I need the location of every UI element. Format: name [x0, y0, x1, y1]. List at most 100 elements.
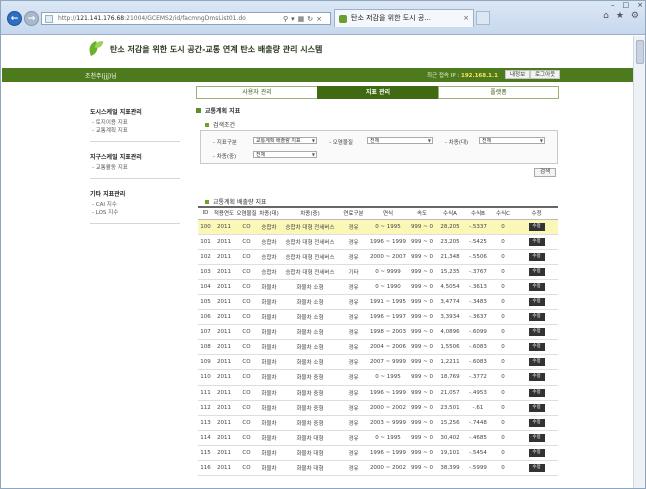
- edit-button[interactable]: 수정: [528, 313, 545, 322]
- filter-vehicle-medium-select[interactable]: 전체 ▼: [253, 151, 317, 158]
- sidebar-item-cai[interactable]: - CAI 지수: [90, 201, 180, 209]
- table-row[interactable]: 102 2011 CO 승합차 승합차 대형 전세버스 경유 2000 ~ 2007 999 …: [198, 249, 558, 265]
- site-title[interactable]: 탄소 저감을 위한 도시 공간-교통 연계 탄소 배출량 관리 시스템: [110, 44, 322, 55]
- column-header[interactable]: 수식B: [465, 206, 491, 220]
- table-row[interactable]: 101 2011 CO 승합차 승합차 대형 전세버스 경유 1996 ~ 1999 999 …: [198, 234, 558, 250]
- search-button[interactable]: 검색: [534, 168, 556, 177]
- table-cell: 0: [491, 430, 515, 446]
- column-header[interactable]: 수정: [515, 206, 558, 220]
- table-cell: 38,399: [435, 460, 465, 477]
- maximize-icon[interactable]: □: [623, 1, 630, 9]
- table-cell-action: 수정: [515, 445, 558, 462]
- table-cell: 0: [491, 339, 515, 356]
- scrollbar-thumb[interactable]: [636, 40, 644, 64]
- logout-button[interactable]: 로그아웃: [530, 70, 561, 79]
- table-row[interactable]: 115 2011 CO 화물차 화물차 대형 경유 1996 ~ 1999 999 ~ 0 19…: [198, 445, 558, 462]
- nav-tab-user-management[interactable]: 사용자 관리: [196, 86, 317, 99]
- table-cell: 107: [198, 324, 213, 341]
- sidebar-item-traffic-plan[interactable]: - 교통계획 지표: [90, 127, 180, 135]
- table-cell: 2011: [213, 430, 235, 446]
- edit-button[interactable]: 수정: [528, 464, 545, 473]
- minimize-icon[interactable]: –: [611, 1, 615, 9]
- column-header[interactable]: 연식: [367, 206, 409, 220]
- column-header[interactable]: 오염물질: [235, 206, 258, 220]
- table-row[interactable]: 106 2011 CO 화물차 화물차 소형 경유 1996 ~ 1997 999 ~ 0 3,…: [198, 309, 558, 326]
- table-row[interactable]: 107 2011 CO 화물차 화물차 소형 경유 1998 ~ 2003 999 ~ 0 4,…: [198, 324, 558, 341]
- edit-button[interactable]: 수정: [528, 267, 545, 276]
- sidebar-group-title[interactable]: 도시스케일 지표관리: [90, 107, 180, 116]
- tab-close-icon[interactable]: ×: [463, 10, 469, 27]
- table-row[interactable]: 109 2011 CO 화물차 화물차 소형 경유 2007 ~ 9999 999 ~ 0 1,…: [198, 354, 558, 371]
- tab-title: 탄소 저감을 위한 도시 공...: [351, 14, 431, 22]
- edit-button[interactable]: 수정: [528, 388, 545, 397]
- column-header[interactable]: 연료구분: [340, 206, 367, 220]
- nav-tab-platform[interactable]: 플랫폼: [438, 86, 559, 99]
- table-cell: -.5425: [465, 234, 491, 250]
- table-cell: -.4953: [465, 385, 491, 401]
- table-cell: 경유: [340, 385, 367, 401]
- table-row[interactable]: 116 2011 CO 화물차 화물차 대형 경유 2000 ~ 2002 999 ~ 0 38…: [198, 460, 558, 477]
- table-row[interactable]: 108 2011 CO 화물차 화물차 소형 경유 2004 ~ 2006 999 ~ 0 1,…: [198, 339, 558, 356]
- edit-button[interactable]: 수정: [528, 282, 545, 291]
- my-info-button[interactable]: 내정보: [505, 70, 531, 79]
- nav-tab-indicator-management[interactable]: 지표 관리: [317, 86, 438, 99]
- table-row[interactable]: 111 2011 CO 화물차 화물차 중형 경유 1996 ~ 1999 999 ~ 0 21…: [198, 385, 558, 401]
- sidebar-group-title[interactable]: 기타 지표관리: [90, 189, 180, 198]
- table-row[interactable]: 105 2011 CO 화물차 화물차 소형 경유 1991 ~ 1995 999 ~ 0 3,…: [198, 294, 558, 311]
- edit-button[interactable]: 수정: [528, 222, 545, 231]
- browser-tab[interactable]: 탄소 저감을 위한 도시 공... ×: [334, 9, 474, 27]
- table-cell: 1996 ~ 1999: [367, 234, 409, 250]
- table-cell: -.3613: [465, 279, 491, 295]
- settings-gear-icon[interactable]: ⚙: [631, 11, 639, 21]
- column-header[interactable]: 수식A: [435, 206, 465, 220]
- table-row[interactable]: 104 2011 CO 화물차 화물차 소형 경유 0 ~ 1990 999 ~ 0 4,505…: [198, 279, 558, 295]
- sidebar-item-land-use[interactable]: - 토지이용 지표: [90, 119, 180, 127]
- compat-view-icon[interactable]: ▦: [298, 15, 305, 23]
- edit-button[interactable]: 수정: [528, 433, 545, 442]
- search-conditions: - 지표구분 교통계획 배출량 지표 ▼ - 오염물질 전체 ▼ - 차종(대) 전…: [200, 130, 558, 164]
- table-cell: -.6099: [465, 324, 491, 341]
- search-icon[interactable]: ⚲: [283, 15, 288, 23]
- edit-button[interactable]: 수정: [528, 237, 545, 246]
- table-row[interactable]: 114 2011 CO 화물차 화물차 대형 경유 0 ~ 1995 999 ~ 0 30,40…: [198, 430, 558, 446]
- column-header[interactable]: ID: [198, 206, 213, 220]
- column-header[interactable]: 수식C: [491, 206, 515, 220]
- refresh-icon[interactable]: ↻: [307, 15, 313, 23]
- filter-pollutant-select[interactable]: 전체 ▼: [367, 137, 433, 144]
- forward-button[interactable]: →: [24, 11, 39, 26]
- table-cell: 1996 ~ 1999: [367, 385, 409, 401]
- table-row[interactable]: 113 2011 CO 화물차 화물차 중형 경유 2003 ~ 9999 999 ~ 0 15…: [198, 415, 558, 431]
- filter-indicator-type-select[interactable]: 교통계획 배출량 지표 ▼: [253, 137, 317, 144]
- new-tab-button[interactable]: [476, 11, 490, 25]
- home-icon[interactable]: ⌂: [603, 11, 609, 21]
- sidebar-item-traffic-activity[interactable]: - 교통활동 지표: [90, 164, 180, 172]
- table-cell-action: 수정: [515, 369, 558, 386]
- table-row[interactable]: 112 2011 CO 화물차 화물차 중형 경유 2000 ~ 2002 999 ~ 0 23…: [198, 400, 558, 416]
- close-icon[interactable]: ×: [316, 15, 322, 23]
- column-header[interactable]: 차종(중): [280, 206, 340, 220]
- window-close-icon[interactable]: ×: [637, 1, 643, 9]
- favorites-star-icon[interactable]: ★: [616, 11, 624, 21]
- sidebar-item-los[interactable]: - LOS 지수: [90, 209, 180, 217]
- vertical-scrollbar[interactable]: [633, 36, 645, 488]
- edit-button[interactable]: 수정: [528, 343, 545, 352]
- edit-button[interactable]: 수정: [528, 403, 545, 412]
- table-cell: -.3767: [465, 264, 491, 280]
- table-row[interactable]: 103 2011 CO 승합차 승합차 대형 전세버스 기타 0 ~ 9999 999 ~ 0…: [198, 264, 558, 280]
- edit-button[interactable]: 수정: [528, 448, 545, 457]
- sidebar-group-title[interactable]: 지구스케일 지표관리: [90, 152, 180, 161]
- edit-button[interactable]: 수정: [528, 418, 545, 427]
- back-button[interactable]: ←: [7, 11, 22, 26]
- edit-button[interactable]: 수정: [528, 328, 545, 337]
- edit-button[interactable]: 수정: [528, 373, 545, 382]
- table-row[interactable]: 110 2011 CO 화물차 화물차 중형 경유 0 ~ 1995 999 ~ 0 18,76…: [198, 369, 558, 386]
- column-header[interactable]: 속도: [409, 206, 435, 220]
- table-row[interactable]: 100 2011 CO 승합차 승합차 대형 전세버스 경유 0 ~ 1995 999 ~ 0…: [198, 219, 558, 235]
- edit-button[interactable]: 수정: [528, 298, 545, 307]
- dropdown-icon[interactable]: ▾: [291, 15, 295, 23]
- column-header[interactable]: 적용연도: [213, 206, 235, 220]
- filter-vehicle-large-select[interactable]: 전체 ▼: [479, 137, 545, 144]
- column-header[interactable]: 차종(대): [258, 206, 280, 220]
- edit-button[interactable]: 수정: [528, 358, 545, 367]
- edit-button[interactable]: 수정: [528, 252, 545, 261]
